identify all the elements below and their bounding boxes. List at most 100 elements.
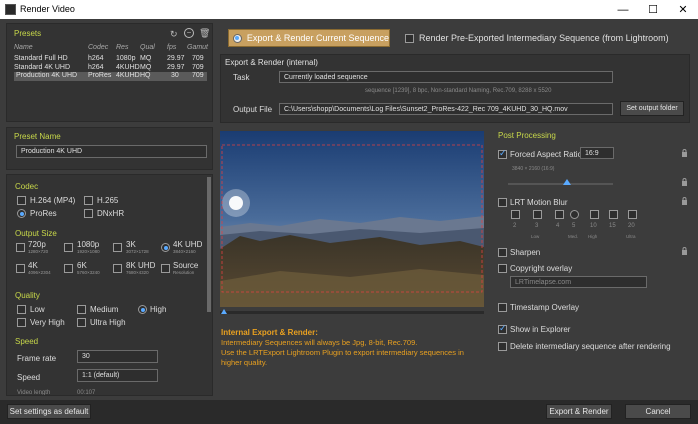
output-file-input[interactable]: C:\Users\shopp\Documents\Log Files\Sunse… [279,103,613,115]
size-source-checkbox[interactable] [161,264,170,273]
quality-ultra-high-checkbox[interactable] [77,318,86,327]
size-3k-checkbox[interactable] [113,243,122,252]
quality-high-radio[interactable] [138,305,147,314]
maximize-icon[interactable]: ☐ [638,0,668,19]
quality-very-high-checkbox[interactable] [17,318,26,327]
export-render-mode-radio [233,33,242,43]
motion-blur-checkbox[interactable] [498,198,507,207]
lock-icon[interactable] [681,149,688,157]
sharpen-checkbox[interactable] [498,248,507,257]
info-line2: Use the LRTExport Lightroom Plugin to ex… [221,348,464,367]
task-input[interactable]: Currently loaded sequence [279,71,613,83]
codec-prores-radio[interactable] [17,209,26,218]
presets-heading: Presets [14,29,42,38]
pre-exported-checkbox[interactable] [405,33,414,43]
quality-low-checkbox[interactable] [17,305,26,314]
size-4kuhd-label: 4K UHD [173,240,203,249]
export-render-internal-heading: Export & Render (internal) [225,58,318,67]
aspect-slider-handle[interactable] [563,179,571,185]
pre-exported-mode-option[interactable]: Render Pre-Exported Intermediary Sequenc… [405,33,669,43]
col-name: Name [14,44,33,51]
speed-select[interactable]: 1:1 (default) [77,369,158,382]
blur-15-checkbox[interactable] [609,210,618,219]
blur-3-checkbox[interactable] [533,210,542,219]
copyright-checkbox[interactable] [498,264,507,273]
settings-panel: Codec H.264 (MP4) H.265 ProRes DNxHR Out… [6,174,213,396]
cancel-button[interactable]: Cancel [625,404,691,419]
show-explorer-checkbox[interactable] [498,323,507,334]
preset-row-selected[interactable]: Production 4K UHD ProRes 4KUHD HQ 30 709 [14,72,207,81]
quality-medium-checkbox[interactable] [77,305,86,314]
delete-preset-icon[interactable]: 🗑 [199,28,210,39]
delete-intermediary-checkbox[interactable] [498,342,507,351]
size-source-label: Source [173,261,199,270]
lock-icon[interactable] [681,178,688,186]
quality-heading: Quality [15,291,40,300]
codec-dnxhr-checkbox[interactable] [84,209,93,218]
quality-very-high-label: Very High [30,318,65,327]
speed-label: Speed [17,373,41,382]
codec-h264-label: H.264 (MP4) [30,196,76,205]
preset-row[interactable]: Standard Full HD h264 1080p MQ 29.97 709 [14,55,207,64]
timestamp-checkbox[interactable] [498,303,507,312]
size-720p-checkbox[interactable] [16,243,25,252]
blur-high-caption: High [588,234,598,239]
codec-dnxhr-label: DNxHR [97,209,125,218]
frame-rate-input[interactable]: 30 [77,350,158,363]
blur-2-checkbox[interactable] [511,210,520,219]
presets-header-row: Name Codec Res Qual fps Gamut [14,44,208,53]
preview-image [220,131,484,307]
blur-ultra-caption: Ultra [626,234,636,239]
size-3k-sub: 3072×1728 [126,249,149,254]
codec-h264-checkbox[interactable] [17,196,26,205]
size-1080p-checkbox[interactable] [64,243,73,252]
motion-blur-label: LRT Motion Blur [510,198,568,207]
refresh-icon[interactable]: ↻ [170,29,178,40]
set-default-button[interactable]: Set settings as default [7,404,91,419]
size-4k-checkbox[interactable] [16,264,25,273]
lock-icon[interactable] [681,247,688,255]
add-preset-icon[interactable]: − [184,28,194,38]
forced-aspect-input[interactable]: 16:9 [580,147,614,159]
col-fps: fps [167,44,177,51]
col-codec: Codec [88,44,109,51]
blur-4-checkbox[interactable] [555,210,564,219]
sequence-info: sequence [1239], 8 bpc, Non-standard Nam… [365,88,552,94]
size-4kuhd-radio[interactable] [161,243,170,252]
timeline-handle[interactable] [221,309,227,314]
lock-icon[interactable] [681,197,688,205]
settings-scrollbar[interactable] [207,177,211,312]
frame-rate-label: Frame rate [17,354,57,363]
export-render-button[interactable]: Export & Render [546,404,612,419]
close-icon[interactable]: ✕ [668,0,698,19]
preset-name-input[interactable]: Production 4K UHD [16,145,207,158]
show-explorer-label: Show in Explorer [510,325,571,334]
copyright-input[interactable]: LRTimelapse.com [510,276,647,288]
forced-aspect-label: Forced Aspect Ratio [510,150,583,159]
aspect-info: 3840 × 2160 (16:9) [512,166,555,172]
blur-20-checkbox[interactable] [628,210,637,219]
copyright-label: Copyright overlay [510,264,573,273]
set-output-folder-button[interactable]: Set output folder [620,101,684,116]
blur-10-checkbox[interactable] [590,210,599,219]
size-6k-checkbox[interactable] [64,264,73,273]
forced-aspect-checkbox[interactable] [498,148,507,159]
info-title: Internal Export & Render: [221,328,318,337]
minimize-icon[interactable]: — [608,0,638,19]
size-3k-label: 3K [126,240,136,249]
app-icon [5,4,16,15]
blur-5-radio[interactable] [570,210,579,219]
output-size-heading: Output Size [15,229,57,238]
aspect-slider-track[interactable] [508,183,613,185]
blur-5-label: 5 [572,223,576,229]
timeline-track[interactable] [220,311,484,314]
export-render-mode-label: Export & Render Current Sequence [246,33,389,43]
quality-high-label: High [150,305,167,314]
window-title: Render Video [20,4,75,14]
blur-4-label: 4 [556,223,560,229]
blur-3-label: 3 [535,223,539,229]
export-render-mode-button[interactable]: Export & Render Current Sequence [228,29,390,47]
blur-10-label: 10 [590,223,597,229]
size-8kuhd-checkbox[interactable] [113,264,122,273]
codec-h265-checkbox[interactable] [84,196,93,205]
